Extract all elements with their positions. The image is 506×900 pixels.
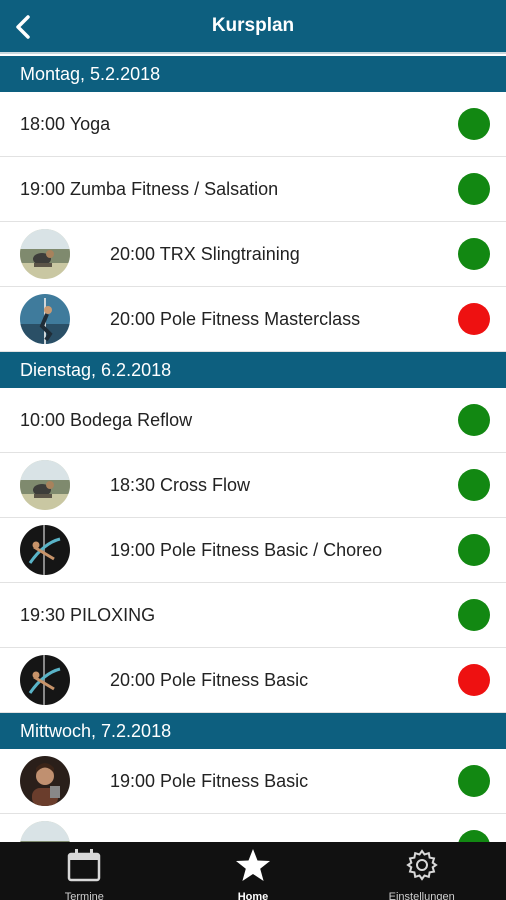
availability-status-indicator	[458, 303, 490, 335]
section-header-date: Mittwoch, 7.2.2018	[0, 713, 506, 749]
trainer-avatar	[20, 294, 70, 344]
course-row[interactable]: 18:30 Cross Flow	[0, 453, 506, 518]
course-label: 19:30 PILOXING	[20, 604, 156, 625]
trainer-avatar	[20, 229, 70, 279]
page-title: Kursplan	[211, 15, 295, 36]
trainer-avatar	[20, 756, 70, 806]
course-row[interactable]: 19:00 Pole Fitness Basic	[0, 749, 506, 814]
course-row[interactable]: 20:00 TRX Slingtraining	[0, 222, 506, 287]
course-row[interactable]: 19:30 PILOXING	[0, 583, 506, 648]
tab-label: Termine	[64, 891, 104, 900]
course-label: 19:00 Pole Fitness Basic / Choreo	[110, 539, 383, 560]
course-label: 10:00 Bodega Reflow	[20, 409, 193, 430]
availability-status-indicator	[458, 765, 490, 797]
availability-status-indicator	[458, 404, 490, 436]
course-row[interactable]: 10:00 Bodega Reflow	[0, 388, 506, 453]
course-row[interactable]: 20:00 Pole Fitness Masterclass	[0, 287, 506, 352]
trainer-avatar	[20, 525, 70, 575]
course-label: 18:00 Yoga	[20, 113, 111, 134]
star-icon	[235, 848, 271, 887]
bottom-tab-bar: Termine Home Einstellungen	[0, 842, 506, 900]
availability-status-indicator	[458, 599, 490, 631]
course-label: 20:00 Pole Fitness Basic	[110, 669, 309, 690]
course-row[interactable]	[0, 814, 506, 842]
availability-status-indicator	[458, 664, 490, 696]
availability-status-indicator	[458, 108, 490, 140]
section-header-date: Dienstag, 6.2.2018	[0, 352, 506, 388]
trainer-avatar	[20, 655, 70, 705]
course-row[interactable]: 18:00 Yoga	[0, 92, 506, 157]
back-button[interactable]	[8, 10, 38, 44]
chevron-left-icon	[16, 15, 30, 39]
gear-icon	[404, 848, 440, 887]
course-label: 19:00 Zumba Fitness / Salsation	[20, 178, 279, 199]
course-row[interactable]: 19:00 Pole Fitness Basic / Choreo	[0, 518, 506, 583]
trainer-avatar	[20, 460, 70, 510]
availability-status-indicator	[458, 173, 490, 205]
availability-status-indicator	[458, 534, 490, 566]
course-label: 20:00 Pole Fitness Masterclass	[110, 308, 361, 329]
availability-status-indicator	[458, 238, 490, 270]
availability-status-indicator	[458, 469, 490, 501]
tab-label: Einstellungen	[388, 891, 455, 900]
course-label: 18:30 Cross Flow	[110, 474, 251, 495]
tab-termine[interactable]: Termine	[0, 842, 169, 900]
section-header-date: Montag, 5.2.2018	[0, 56, 506, 92]
course-row[interactable]: 19:00 Zumba Fitness / Salsation	[0, 157, 506, 222]
calendar-icon	[66, 848, 102, 887]
availability-status-indicator	[458, 830, 490, 842]
trainer-avatar	[20, 821, 70, 842]
course-row[interactable]: 20:00 Pole Fitness Basic	[0, 648, 506, 713]
course-label: 19:00 Pole Fitness Basic	[110, 770, 309, 791]
course-label: 20:00 TRX Slingtraining	[110, 243, 300, 264]
course-list[interactable]: Montag, 5.2.2018 18:00 Yoga 19:00 Zumba Fi…	[0, 56, 506, 842]
top-app-bar: Kursplan	[0, 0, 506, 54]
tab-einstellungen[interactable]: Einstellungen	[337, 842, 506, 900]
tab-home[interactable]: Home	[169, 842, 338, 900]
tab-label: Home	[237, 891, 269, 900]
